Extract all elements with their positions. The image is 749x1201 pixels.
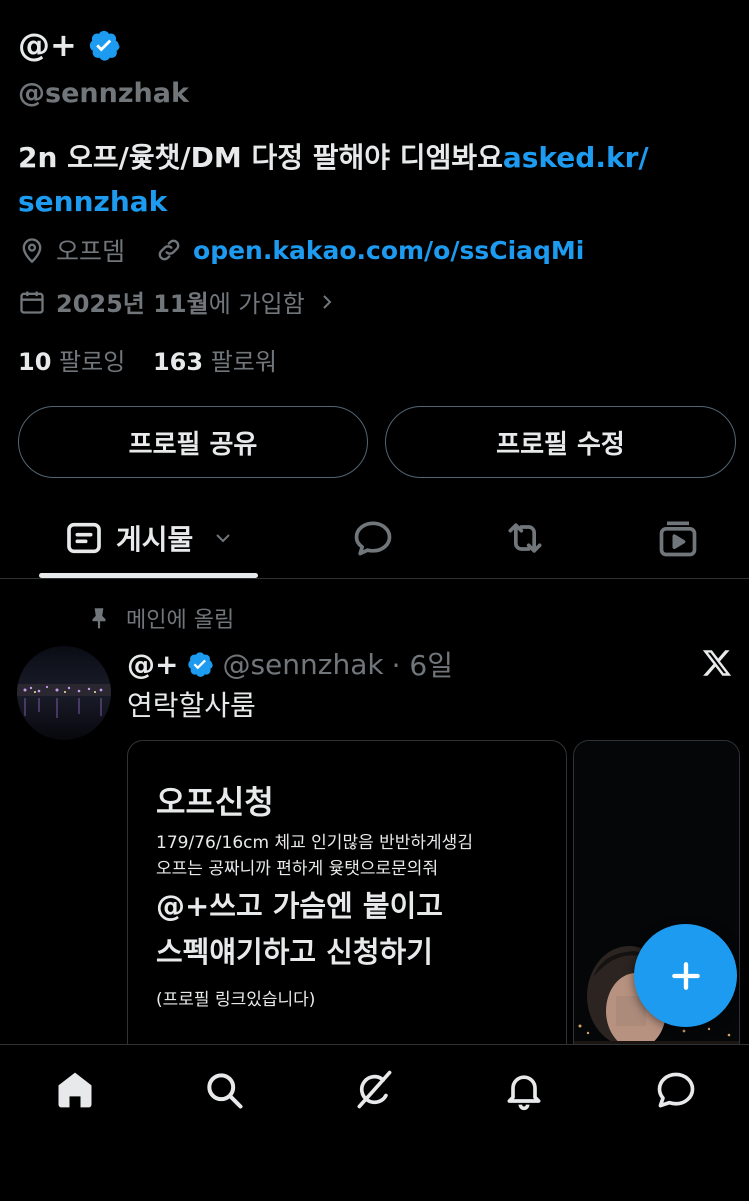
profile-join-date[interactable]: 2025년 11월 에 가입함 bbox=[18, 284, 339, 319]
chevron-down-icon[interactable] bbox=[211, 526, 235, 550]
card-line-5: (프로필 링크있습니다) bbox=[156, 990, 316, 1010]
profile-name-row: @+ bbox=[18, 26, 121, 64]
profile-handle: @sennzhak bbox=[18, 78, 189, 109]
replies-icon[interactable] bbox=[351, 516, 395, 560]
follow-counts: 10 팔로잉 163 팔로워 bbox=[18, 342, 297, 377]
post-timestamp[interactable]: · 6일 bbox=[392, 644, 453, 684]
share-profile-button[interactable]: 프로필 공유 bbox=[18, 406, 368, 478]
pin-icon bbox=[92, 608, 106, 629]
avatar[interactable] bbox=[17, 646, 111, 740]
tab-posts[interactable]: 게시물 bbox=[64, 518, 235, 558]
card-line-4: 스펙얘기하고 신청하기 bbox=[156, 935, 433, 969]
home-icon[interactable] bbox=[53, 1068, 97, 1112]
card-headline: @+쓰고 가슴엔 붙이고 스펙얘기하고 신청하기 bbox=[156, 883, 443, 975]
link-icon bbox=[158, 239, 180, 261]
location-icon bbox=[22, 238, 42, 264]
bio-link[interactable]: asked.kr/ bbox=[503, 141, 649, 174]
profile-meta-location: 오프뎀 open.kakao.com/o/ssCiaqMi bbox=[18, 232, 584, 268]
card-line-1: 179/76/16cm 체교 인기많음 반반하게생김 bbox=[156, 833, 473, 853]
post-header: @+ @sennzhak · 6일 bbox=[127, 644, 453, 684]
card-line-3: @+쓰고 가슴엔 붙이고 bbox=[156, 889, 443, 923]
post-media-image-2[interactable] bbox=[573, 740, 740, 1072]
media-icon[interactable] bbox=[656, 516, 700, 560]
profile-website-link[interactable]: open.kakao.com/o/ssCiaqMi bbox=[193, 236, 584, 265]
following-label[interactable]: 팔로잉 bbox=[59, 348, 125, 376]
pinned-indicator: 메인에 올림 bbox=[86, 602, 234, 634]
post-media-image-1[interactable]: 오프신청 179/76/16cm 체교 인기많음 반반하게생김 오프는 공짜니까… bbox=[127, 740, 567, 1072]
active-tab-indicator bbox=[39, 573, 258, 578]
grok-icon[interactable] bbox=[352, 1068, 396, 1112]
profile-name: @+ bbox=[18, 26, 77, 64]
post-author-handle[interactable]: @sennzhak bbox=[222, 648, 383, 681]
verified-icon bbox=[188, 652, 214, 677]
pinned-label: 메인에 올림 bbox=[126, 608, 235, 633]
plus-icon bbox=[671, 961, 700, 990]
tab-posts-label: 게시물 bbox=[116, 523, 194, 556]
card-line-2: 오프는 공짜니까 편하게 윷탯으로문의줘 bbox=[156, 859, 439, 879]
followers-count[interactable]: 163 bbox=[153, 348, 203, 376]
messages-icon[interactable] bbox=[654, 1068, 698, 1112]
post-text: 연락할사룸 bbox=[127, 689, 256, 722]
profile-location: 오프뎀 bbox=[56, 237, 126, 266]
following-count[interactable]: 10 bbox=[18, 348, 51, 376]
verified-icon[interactable] bbox=[87, 28, 121, 62]
compose-button[interactable] bbox=[634, 924, 737, 1027]
post-author-name[interactable]: @+ bbox=[127, 648, 178, 681]
bio-link-continued[interactable]: sennzhak bbox=[18, 185, 167, 218]
profile-bio: 2n 오프/윷챗/DM 다정 팔해야 디엠봐요asked.kr/ sennzha… bbox=[18, 136, 718, 224]
bio-text: 2n 오프/윷챗/DM 다정 팔해야 디엠봐요 bbox=[18, 141, 503, 174]
card-title: 오프신청 bbox=[156, 783, 274, 821]
followers-label[interactable]: 팔로워 bbox=[211, 348, 277, 376]
reposts-icon[interactable] bbox=[503, 516, 547, 560]
join-date-suffix: 에 가입함 bbox=[208, 290, 305, 318]
x-logo-icon[interactable] bbox=[700, 646, 734, 680]
notifications-icon[interactable] bbox=[502, 1068, 546, 1112]
posts-icon bbox=[67, 522, 101, 554]
search-icon[interactable] bbox=[202, 1068, 246, 1112]
edit-profile-button[interactable]: 프로필 수정 bbox=[385, 406, 736, 478]
chevron-right-icon bbox=[322, 294, 332, 309]
calendar-icon bbox=[20, 291, 44, 314]
join-date-value: 2025년 11월 bbox=[56, 290, 209, 318]
